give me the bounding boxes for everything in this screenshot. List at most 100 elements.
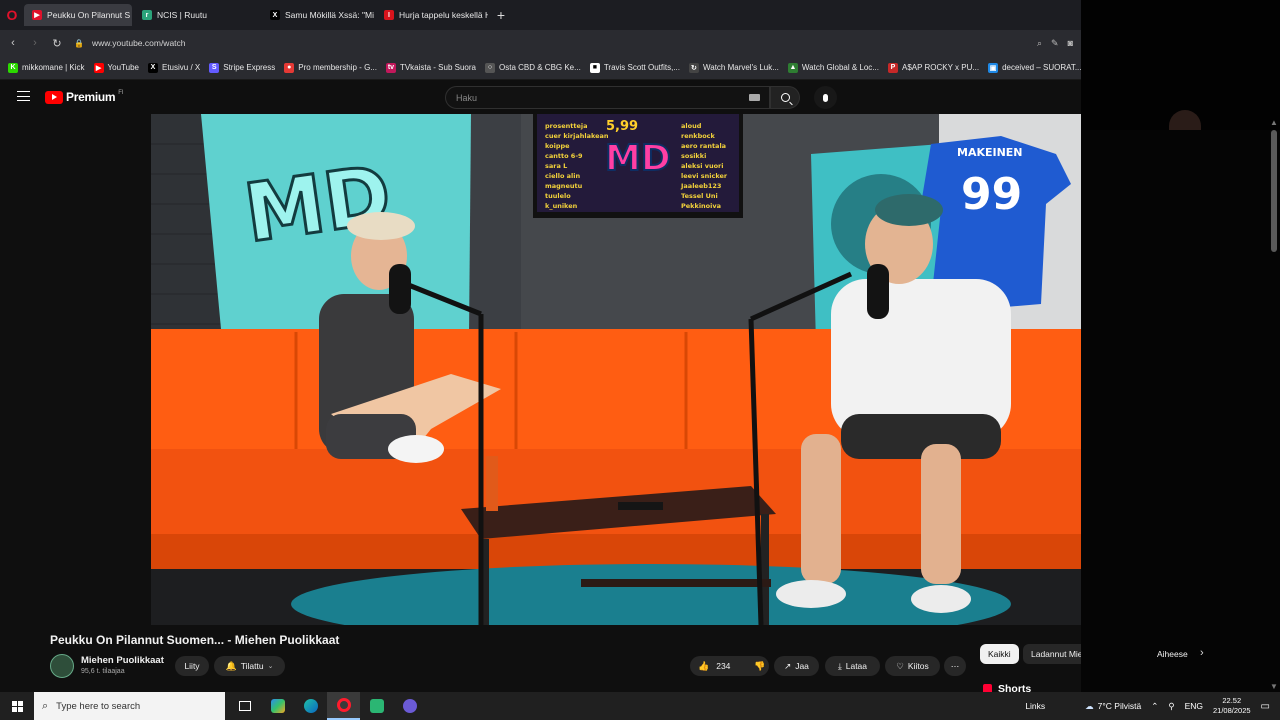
chip-all[interactable]: Kaikki [980,644,1019,664]
svg-text:Jaaleeb123: Jaaleeb123 [680,182,721,190]
windows-logo-icon [11,700,23,712]
shorts-header[interactable]: Shorts [983,683,1031,692]
language-indicator[interactable]: ENG [1185,701,1203,711]
bookmark-item[interactable]: ○ Osta CBD & CBG Ke... [485,62,581,73]
bookmark-item[interactable]: X Etusivu / X [147,62,200,73]
svg-text:ciello alin: ciello alin [545,172,581,180]
svg-text:leevi snicker: leevi snicker [681,172,728,180]
app-icon-1[interactable] [261,692,294,720]
thumbs-up-icon[interactable]: 👍 [698,661,709,672]
bookmark-item[interactable]: ● Pro membership - G... [284,62,377,73]
channel-avatar[interactable] [50,654,74,678]
bookmark-item[interactable]: S Stripe Express [209,62,276,73]
bookmark-label: TVkaista - Sub Suora [399,63,476,72]
weather-text[interactable]: 7°C Pilvistä [1098,701,1142,711]
new-tab-plus-icon[interactable]: + [490,7,512,23]
task-view-icon[interactable] [228,692,261,720]
clock[interactable]: 22.52 21/08/2025 [1213,696,1251,716]
camera-icon[interactable]: ◙ [1068,38,1073,49]
network-icon[interactable]: ⚲ [1168,701,1174,712]
url-field[interactable]: 🔒 www.youtube.com/watch [74,38,186,48]
subscribed-button[interactable]: 🔔 Tilattu ⌄ [214,656,285,676]
bookmark-label: Watch Marvel's Luk... [702,63,779,72]
keyboard-icon[interactable] [749,94,760,101]
chip-channel-uploads[interactable]: Ladannut Miehen Puolikkaat [1023,644,1081,664]
bookmark-favicon-icon: ▶ [93,62,104,73]
bookmark-label: Stripe Express [223,63,276,72]
more-actions-button[interactable]: ⋯ [944,656,966,676]
tab-1[interactable]: r NCIS | Ruutu [134,4,252,26]
bookmark-item[interactable]: ↻ Watch Marvel's Luk... [688,62,779,73]
taskbar-search-placeholder: Type here to search [56,700,141,712]
share-button[interactable]: ↗ Jaa [774,656,819,676]
share-label: Jaa [795,661,809,671]
back-arrow-icon[interactable]: ‹ [2,37,24,49]
svg-text:Tessel Uni: Tessel Uni [681,192,718,200]
page-scrollbar[interactable] [1271,130,1277,252]
svg-text:renkbock: renkbock [681,132,716,140]
bookmark-item[interactable]: ▣ deceived – SUORAT... [988,62,1081,73]
youtube-premium-logo[interactable]: Premium FI [45,90,124,104]
video-frame: MD + prosenttejacuer kirjahlakeankoippe … [151,114,1081,625]
bookmark-favicon-icon: tv [385,62,396,73]
svg-text:aloud: aloud [681,122,702,130]
video-player[interactable]: MD + prosenttejacuer kirjahlakeankoippe … [151,114,1081,625]
system-tray: Links ☁ 7°C Pilvistä ⌃ ⚲ ENG 22.52 21/08… [1025,692,1280,720]
notifications-icon[interactable]: ▭ [1261,701,1270,712]
forward-arrow-icon[interactable]: › [24,37,46,49]
bookmark-item[interactable]: P A$AP ROCKY x PU... [887,62,979,73]
edge-icon[interactable] [294,692,327,720]
chip-related[interactable]: Aiheese [1149,644,1191,664]
download-button[interactable]: ⤓ Lataa [825,656,880,676]
bookmark-item[interactable]: Kmikkomane | Kick [8,62,85,73]
chevron-down-icon: ⌄ [267,663,274,670]
scroll-up-arrow-icon[interactable]: ▲ [1270,118,1278,127]
bookmark-item[interactable]: ■ Travis Scott Outfits,... [589,62,680,73]
opera-browser-icon [336,698,351,712]
bookmark-favicon-icon: ↻ [688,62,699,73]
svg-text:koippe: koippe [545,142,570,150]
voice-search-button[interactable] [814,86,837,109]
join-label: Liity [184,661,200,671]
search-icon[interactable]: ⌕ [1037,38,1042,49]
app-icon-green[interactable] [360,692,393,720]
svg-text:aleksi vuori: aleksi vuori [681,162,723,170]
opera-taskbar-icon[interactable] [327,692,360,720]
edge-browser-icon [303,699,318,713]
links-toolbar[interactable]: Links [1025,701,1045,711]
channel-name[interactable]: Miehen Puolikkaat [81,655,164,666]
logo-word: Premium [66,90,116,104]
search-input[interactable]: Haku [445,86,770,109]
menu-icon[interactable] [17,91,30,101]
bookmark-item[interactable]: ▶ YouTube [93,62,139,73]
tab-3[interactable]: I Hurja tappelu keskellä He [376,4,488,26]
thanks-button[interactable]: ♡ Kiitos [885,656,940,676]
scroll-down-arrow-icon[interactable]: ▼ [1270,682,1278,691]
search-button[interactable] [770,86,800,109]
tab-0[interactable]: ▶ Peukku On Pilannut S [24,4,132,26]
clock-time: 22.52 [1222,696,1242,705]
video-title: Peukku On Pilannut Suomen... - Miehen Pu… [50,633,340,647]
app-icon-purple[interactable] [393,692,426,720]
thumbs-down-icon[interactable]: 👎 [754,661,765,672]
region-code: FI [118,90,124,96]
edit-icon[interactable]: ✎ [1051,38,1059,49]
bookmark-item[interactable]: ▲ Watch Global & Loc... [787,62,879,73]
bookmark-item[interactable]: tv TVkaista - Sub Suora [385,62,476,73]
download-label: Lataa [845,661,868,671]
like-count[interactable]: 234 [716,661,730,671]
colorful-app-icon [270,699,285,713]
microphone-icon [823,93,828,102]
join-button[interactable]: Liity [175,656,209,676]
tray-chevron-up-icon[interactable]: ⌃ [1151,701,1158,712]
start-button[interactable] [0,700,34,712]
address-bar: ‹ › ↻ 🔒 www.youtube.com/watch ⌕ ✎ ◙ [0,30,1081,56]
more-dots-icon: ⋯ [950,660,960,671]
shorts-label: Shorts [998,683,1032,692]
chevron-right-icon[interactable]: › [1200,647,1204,659]
reload-icon[interactable]: ↻ [46,37,68,50]
opera-logo-icon[interactable]: O [0,0,24,30]
taskbar-search-input[interactable]: ⌕ Type here to search [34,692,225,720]
thanks-label: Kiitos [907,661,929,671]
tab-2[interactable]: X Samu Mökillä Xssä: "Mini [262,4,374,26]
